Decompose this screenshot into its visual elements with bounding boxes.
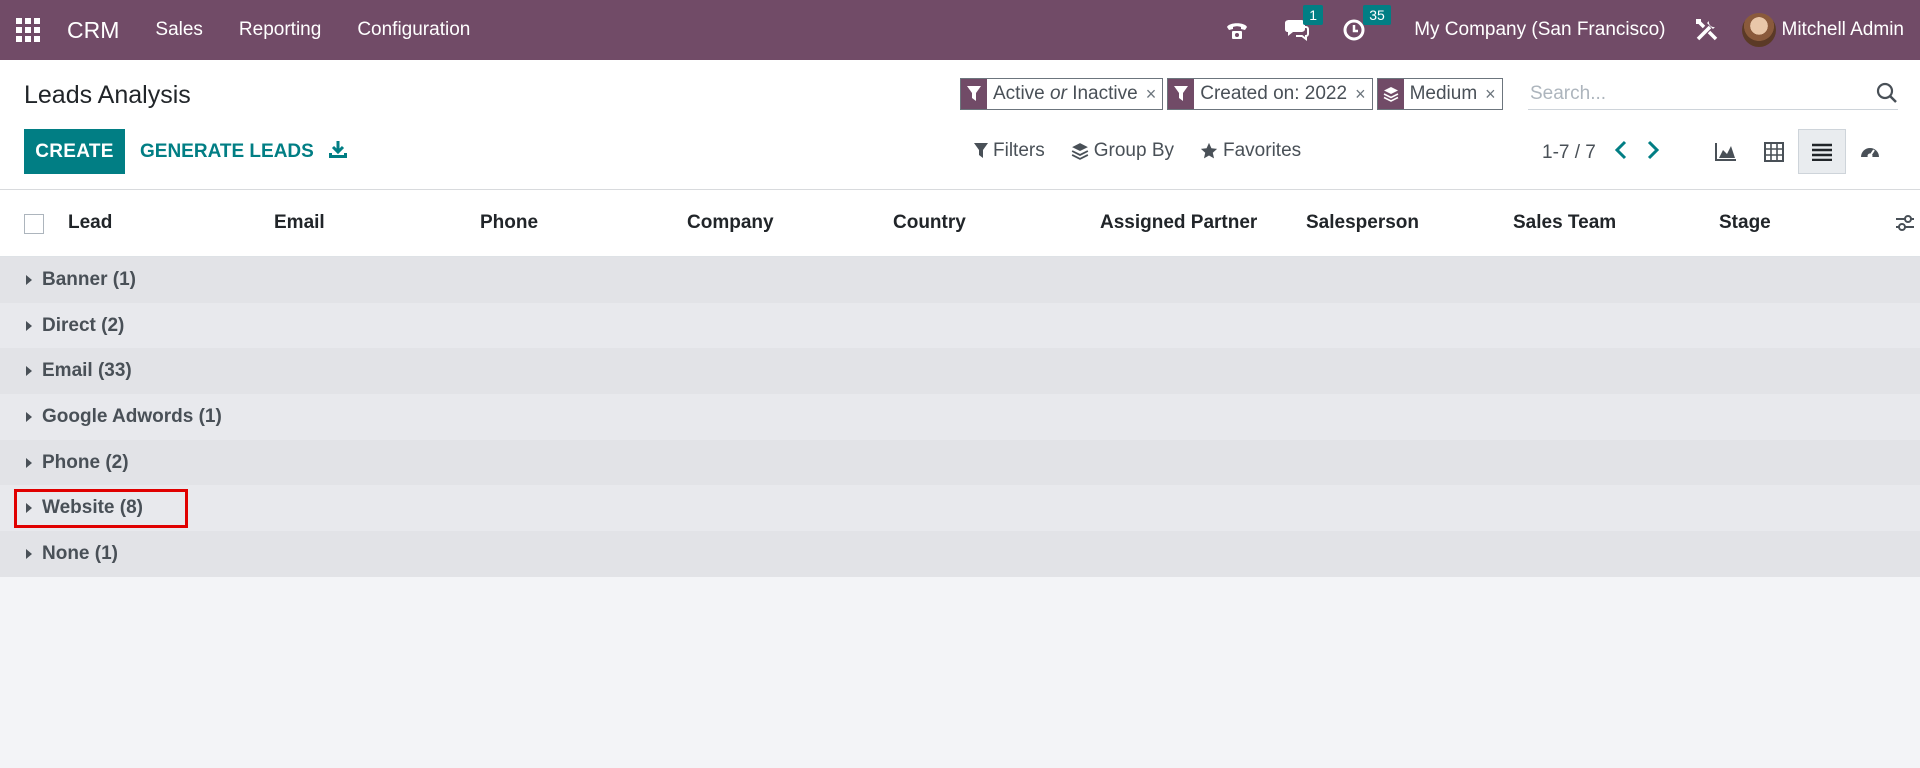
search-facets: Active or Inactive × Created on: 2022 × … — [960, 78, 1507, 110]
highlight-box — [14, 489, 188, 529]
caret-right-icon — [26, 320, 32, 331]
create-button[interactable]: CREATE — [24, 129, 125, 174]
page-title: Leads Analysis — [24, 81, 191, 109]
messages-badge: 1 — [1303, 5, 1323, 25]
facet-label: Active or Inactive — [993, 83, 1138, 104]
group-list: Banner (1) Direct (2) Email (33) Google … — [0, 257, 1920, 577]
column-company[interactable]: Company — [687, 212, 774, 234]
view-switcher — [1702, 129, 1894, 174]
group-row[interactable]: Website (8) — [0, 485, 1920, 532]
column-stage[interactable]: Stage — [1719, 212, 1771, 234]
list-view-icon[interactable] — [1798, 129, 1846, 174]
filter-icon — [1168, 79, 1195, 109]
select-all-checkbox[interactable] — [24, 214, 44, 234]
group-row[interactable]: Phone (2) — [0, 439, 1920, 486]
debug-tools-icon[interactable] — [1694, 17, 1720, 43]
column-lead[interactable]: Lead — [68, 212, 112, 234]
column-salesperson[interactable]: Salesperson — [1306, 212, 1419, 234]
layers-icon — [1071, 143, 1089, 160]
group-label: Google Adwords (1) — [42, 405, 222, 427]
app-name[interactable]: CRM — [67, 17, 119, 44]
dashboard-view-icon[interactable] — [1846, 129, 1894, 174]
pager: 1-7 / 7 — [1542, 140, 1660, 166]
activities-clock-icon[interactable]: 35 — [1343, 5, 1391, 41]
download-icon[interactable] — [328, 140, 348, 166]
facet-remove-icon[interactable]: × — [1146, 84, 1163, 105]
facet-remove-icon[interactable]: × — [1355, 84, 1372, 105]
facet-remove-icon[interactable]: × — [1485, 84, 1502, 105]
column-sales-team[interactable]: Sales Team — [1513, 212, 1616, 234]
app-menu-grid-icon[interactable] — [14, 16, 42, 44]
pager-value[interactable]: 1-7 / 7 — [1542, 142, 1596, 164]
facet-label: Medium — [1409, 83, 1478, 104]
favorites-dropdown[interactable]: Favorites — [1200, 140, 1301, 162]
top-navbar: CRM Sales Reporting Configuration 1 35 M… — [0, 0, 1920, 60]
group-row[interactable]: Email (33) — [0, 348, 1920, 395]
group-label: Direct (2) — [42, 314, 125, 336]
phone-icon[interactable] — [1225, 19, 1249, 41]
search-input[interactable] — [1528, 82, 1858, 105]
company-switcher[interactable]: My Company (San Francisco) — [1414, 19, 1665, 41]
group-by-label: Group By — [1093, 140, 1174, 161]
list-header: Lead Email Phone Company Country Assigne… — [0, 190, 1920, 257]
facet-active-inactive[interactable]: Active or Inactive × — [960, 78, 1164, 110]
user-avatar[interactable] — [1741, 13, 1776, 47]
control-panel: Leads Analysis Active or Inactive × Crea… — [0, 60, 1920, 190]
graph-view-icon[interactable] — [1702, 129, 1750, 174]
group-row[interactable]: Direct (2) — [0, 302, 1920, 349]
menu-configuration[interactable]: Configuration — [357, 19, 470, 41]
filter-icon — [961, 79, 987, 109]
menu-reporting[interactable]: Reporting — [239, 19, 321, 41]
facet-medium[interactable]: Medium × — [1376, 78, 1503, 110]
column-country[interactable]: Country — [893, 212, 966, 234]
filters-label: Filters — [993, 140, 1045, 161]
group-row[interactable]: Google Adwords (1) — [0, 394, 1920, 440]
filters-dropdown[interactable]: Filters — [974, 140, 1045, 162]
column-email[interactable]: Email — [274, 212, 325, 234]
group-label: Phone (2) — [42, 451, 129, 473]
navbar-systray: 1 35 My Company (San Francisco) Mitchell… — [1208, 0, 1920, 60]
chevron-right-icon[interactable] — [1646, 140, 1660, 166]
group-row[interactable]: Banner (1) — [0, 257, 1920, 303]
activities-badge: 35 — [1363, 5, 1391, 25]
caret-right-icon — [26, 457, 32, 468]
messages-icon[interactable]: 1 — [1283, 5, 1323, 41]
search-bar — [1528, 78, 1898, 110]
optional-columns-icon[interactable] — [1894, 212, 1916, 240]
search-options: Filters Group By Favorites — [974, 140, 1327, 162]
caret-right-icon — [26, 548, 32, 559]
group-by-dropdown[interactable]: Group By — [1071, 140, 1174, 162]
user-menu[interactable]: Mitchell Admin — [1782, 19, 1905, 41]
caret-right-icon — [26, 366, 32, 377]
menu-sales[interactable]: Sales — [155, 19, 203, 41]
column-assigned-partner[interactable]: Assigned Partner — [1100, 212, 1257, 234]
group-row[interactable]: None (1) — [0, 531, 1920, 577]
favorites-label: Favorites — [1223, 140, 1302, 161]
pivot-view-icon[interactable] — [1750, 129, 1798, 174]
group-label: Email (33) — [42, 360, 132, 382]
generate-leads-button[interactable]: GENERATE LEADS — [140, 129, 314, 174]
group-by-icon — [1377, 79, 1404, 109]
facet-created-on[interactable]: Created on: 2022 × — [1167, 78, 1373, 110]
search-icon[interactable] — [1876, 82, 1898, 110]
caret-right-icon — [26, 411, 32, 422]
star-icon — [1200, 142, 1218, 159]
caret-right-icon — [26, 274, 32, 285]
group-label: None (1) — [42, 542, 118, 564]
filter-icon — [974, 143, 988, 158]
group-label: Banner (1) — [42, 268, 136, 290]
facet-label: Created on: 2022 — [1200, 83, 1348, 104]
column-phone[interactable]: Phone — [480, 212, 538, 234]
chevron-left-icon[interactable] — [1614, 140, 1628, 166]
